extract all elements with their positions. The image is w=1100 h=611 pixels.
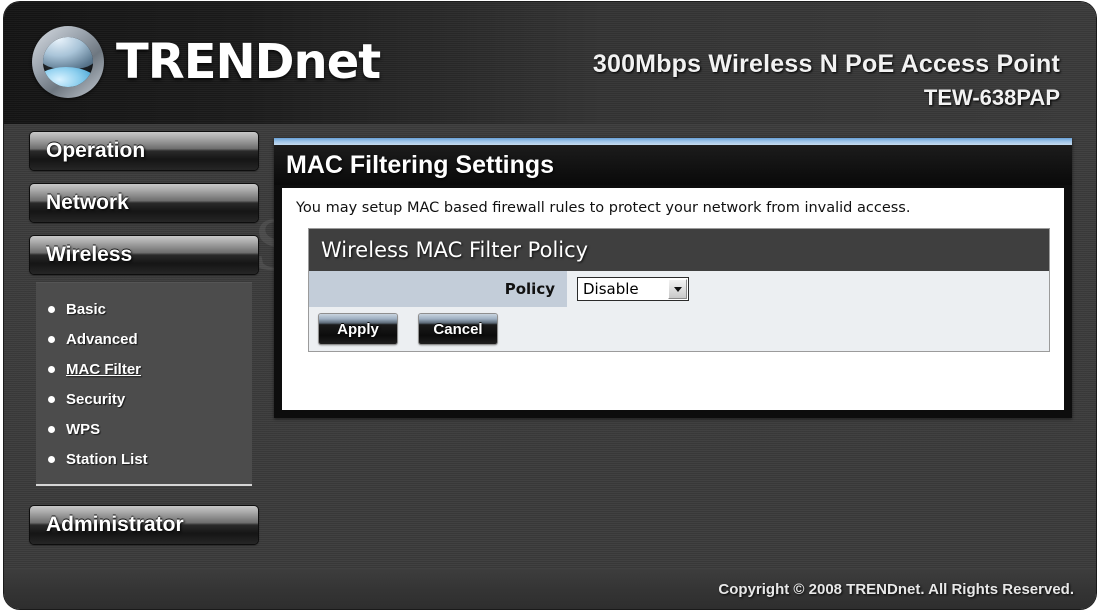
cancel-button[interactable]: Cancel <box>419 314 497 344</box>
sidebar-item-label: Wireless <box>46 243 133 266</box>
wireless-mac-filter-policy-box: Wireless MAC Filter Policy Policy Disabl… <box>308 228 1050 352</box>
bullet-icon <box>48 425 55 433</box>
policy-box-heading: Wireless MAC Filter Policy <box>309 229 1049 271</box>
sidebar-subitem-advanced[interactable]: Advanced <box>36 324 252 354</box>
page-header: TRENDnet 300Mbps Wireless N PoE Access P… <box>4 2 1096 124</box>
page-footer: Copyright © 2008 TRENDnet. All Rights Re… <box>4 569 1096 609</box>
bullet-icon <box>48 455 55 463</box>
apply-button[interactable]: Apply <box>319 314 397 344</box>
model-number: TEW-638PAP <box>923 85 1060 110</box>
policy-select-value: Disable <box>583 280 639 298</box>
brand-wordmark: TRENDnet <box>116 38 381 86</box>
sidebar-subitem-label: MAC Filter <box>66 360 141 378</box>
product-identity: 300Mbps Wireless N PoE Access Point TEW-… <box>593 50 1060 111</box>
apply-button-label: Apply <box>337 320 379 338</box>
sidebar-item-network[interactable]: Network <box>30 184 258 222</box>
sidebar-item-administrator[interactable]: Administrator <box>30 506 258 544</box>
policy-select[interactable]: Disable <box>577 277 689 301</box>
sidebar-item-label: Administrator <box>46 513 184 536</box>
form-actions: Apply Cancel <box>309 307 1049 351</box>
sidebar-subitem-label: Security <box>66 390 126 408</box>
bullet-icon <box>48 335 55 343</box>
intro-text: You may setup MAC based firewall rules t… <box>296 200 911 216</box>
router-admin-page: TRENDnet 300Mbps Wireless N PoE Access P… <box>4 2 1096 609</box>
sidebar-subitem-label: Station List <box>66 450 148 468</box>
policy-row: Policy Disable <box>309 271 1049 307</box>
sidebar-item-label: Operation <box>46 139 146 162</box>
sidebar-subitem-label: Advanced <box>66 330 138 348</box>
sidebar-subitem-station-list[interactable]: Station List <box>36 444 252 474</box>
brand-wordmark-upper: TRENDn <box>116 34 328 90</box>
sidebar-submenu-wireless: Basic Advanced MAC Filter Security WPS S… <box>36 282 252 486</box>
sidebar-subitem-security[interactable]: Security <box>36 384 252 414</box>
trendnet-globe-logo-icon <box>32 26 104 98</box>
sidebar-nav: Operation Network Wireless Basic Advance… <box>30 132 258 558</box>
bullet-icon <box>48 365 55 373</box>
sidebar-item-operation[interactable]: Operation <box>30 132 258 170</box>
brand-wordmark-lower: et <box>326 34 381 90</box>
bullet-icon <box>48 395 55 403</box>
policy-label-cell: Policy <box>309 271 567 307</box>
brand-logo[interactable]: TRENDnet <box>32 26 381 98</box>
copyright-text: Copyright © 2008 TRENDnet. All Rights Re… <box>718 580 1074 598</box>
sidebar-item-label: Network <box>46 191 129 214</box>
sidebar-subitem-wps[interactable]: WPS <box>36 414 252 444</box>
cancel-button-label: Cancel <box>433 320 483 338</box>
sidebar-item-wireless[interactable]: Wireless <box>30 236 258 274</box>
sidebar-subitem-basic[interactable]: Basic <box>36 294 252 324</box>
content-body: You may setup MAC based firewall rules t… <box>282 188 1064 410</box>
content-panel: MAC Filtering Settings You may setup MAC… <box>274 138 1072 418</box>
sidebar-subitem-label: WPS <box>66 420 101 438</box>
page-title: MAC Filtering Settings <box>274 145 1072 185</box>
policy-value-cell: Disable <box>567 271 1049 307</box>
content-accent-bar <box>274 138 1072 145</box>
chevron-down-icon[interactable] <box>668 279 687 299</box>
sidebar-subitem-label: Basic <box>66 300 107 318</box>
policy-label: Policy <box>504 280 555 298</box>
bullet-icon <box>48 305 55 313</box>
product-name: 300Mbps Wireless N PoE Access Point <box>592 50 1060 78</box>
sidebar-subitem-mac-filter[interactable]: MAC Filter <box>36 354 252 384</box>
